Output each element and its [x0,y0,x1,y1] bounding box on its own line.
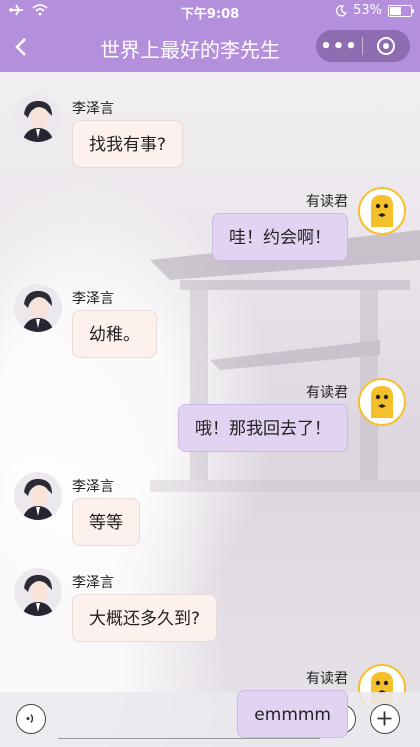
sender-name: 有读君 [306,385,348,401]
status-bar: 下午9:08 53% [0,0,420,22]
sender-name: 李泽言 [72,479,114,495]
chat-title: 世界上最好的李先生 [100,38,280,62]
message-bubble[interactable]: emmmm [237,690,348,738]
input-bar [0,692,420,747]
sender-name: 有读君 [306,194,348,210]
message-list: 李泽言 找我有事? 有读君 哇！约会啊！ 李泽言 幼稚。 有读君 哦！那我回去了… [0,72,420,712]
avatar-youdujun[interactable] [358,187,406,235]
close-button[interactable] [363,37,409,55]
plus-icon [377,711,392,726]
mini-program-capsule: ••• [316,30,410,62]
avatar-li-zeyan[interactable] [14,94,62,142]
message-bubble[interactable]: 等等 [72,498,140,546]
message-bubble[interactable]: 哇！约会啊！ [212,213,348,261]
moon-icon [335,4,348,17]
plus-button[interactable] [370,704,400,734]
sender-name: 有读君 [306,671,348,687]
sender-name: 李泽言 [72,101,114,117]
battery-fill [390,6,401,15]
back-arrow-icon [15,38,26,56]
more-button[interactable]: ••• [316,36,362,57]
sender-name: 李泽言 [72,291,114,307]
nav-bar: 世界上最好的李先生 ••• [0,22,420,72]
message-bubble[interactable]: 大概还多久到? [72,594,218,642]
message-bubble[interactable]: 找我有事? [72,120,184,168]
avatar-youdujun[interactable] [358,378,406,426]
avatar-li-zeyan[interactable] [14,472,62,520]
message-bubble[interactable]: 幼稚。 [72,310,157,358]
avatar-li-zeyan[interactable] [14,568,62,616]
avatar-li-zeyan[interactable] [14,284,62,332]
voice-button[interactable] [16,704,46,734]
voice-icon [26,714,34,723]
sender-name: 李泽言 [72,575,114,591]
message-bubble[interactable]: 哦！那我回去了！ [178,404,348,452]
back-button[interactable] [8,32,36,62]
battery-icon [388,4,414,17]
target-icon [377,37,395,55]
battery-percent: 53% [353,3,382,18]
